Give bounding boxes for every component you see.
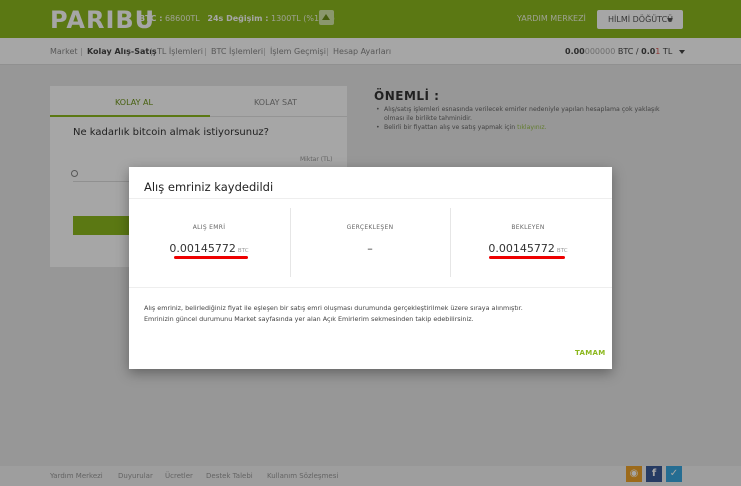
pending-title: BEKLEYEN	[511, 224, 545, 231]
red-underline-mark	[174, 256, 248, 259]
red-underline-mark	[489, 256, 565, 259]
modal-divider	[129, 287, 612, 288]
pending-unit: BTC	[556, 248, 568, 254]
buy-order-unit: BTC	[237, 248, 249, 254]
buy-order-amount: 0.00145772	[169, 242, 236, 255]
executed-value: –	[290, 242, 450, 255]
pending-amount: 0.00145772	[488, 242, 555, 255]
order-confirmation-modal: Alış emriniz kaydedildi ALIŞ EMRİ 0.0014…	[129, 167, 612, 369]
modal-title: Alış emriniz kaydedildi	[144, 180, 274, 194]
modal-message-line: Emrinizin güncel durumunu Market sayfası…	[144, 315, 474, 323]
modal-message-line: Alış emriniz, belirlediğiniz fiyat ile e…	[144, 304, 523, 312]
executed-title: GERÇEKLEŞEN	[346, 224, 394, 231]
buy-order-value: 0.00145772 BTC	[129, 242, 289, 255]
executed-amount: –	[367, 242, 373, 255]
buy-order-title: ALIŞ EMRİ	[192, 224, 226, 231]
pending-value: 0.00145772 BTC	[448, 242, 608, 255]
modal-divider	[129, 198, 612, 199]
ok-button[interactable]: TAMAM	[575, 349, 606, 357]
modal-message: Alış emriniz, belirlediğiniz fiyat ile e…	[144, 303, 599, 325]
